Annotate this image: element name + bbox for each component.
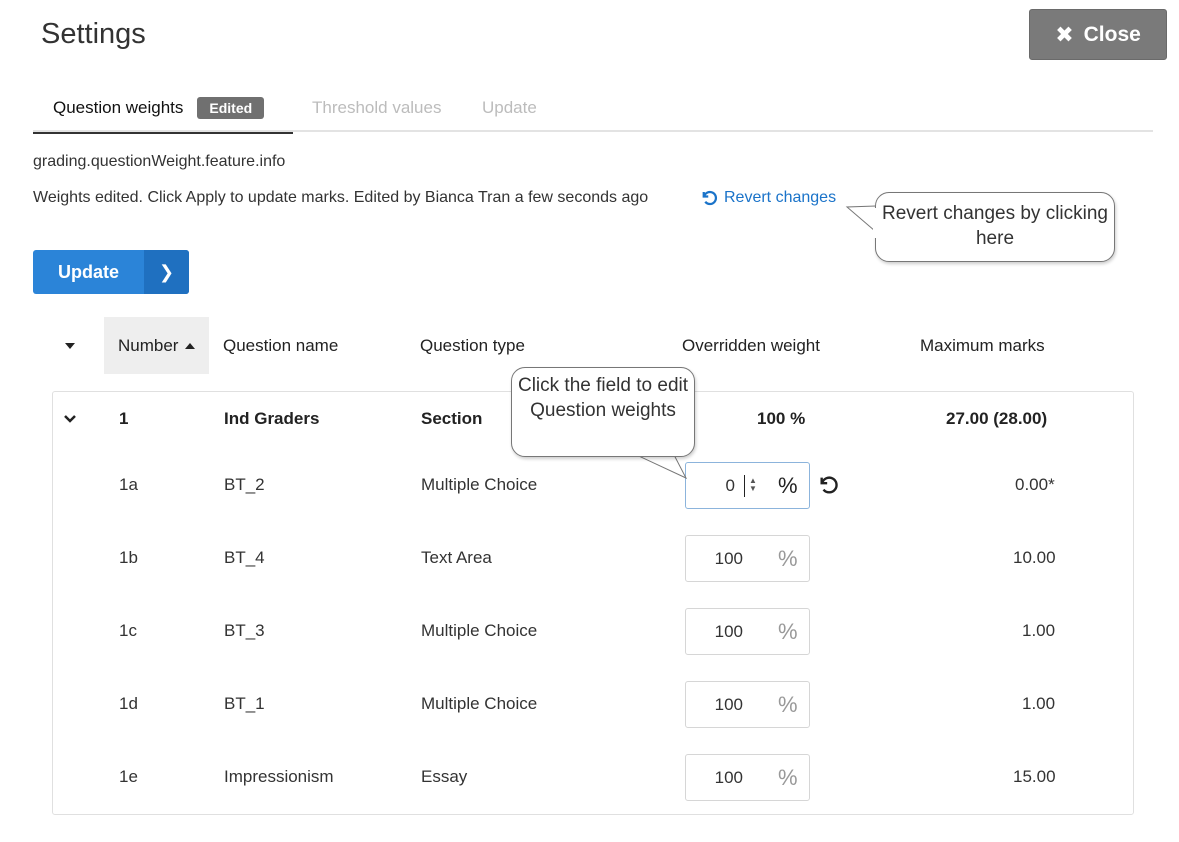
weight-input[interactable]: 100 % (685, 608, 810, 655)
close-label: Close (1083, 22, 1141, 46)
row-question-type: Text Area (421, 548, 492, 567)
edited-message: Weights edited. Click Apply to update ma… (33, 189, 649, 206)
weight-value: 100 (714, 695, 743, 714)
tab-update[interactable]: Update (482, 84, 537, 132)
row-question-type: Essay (421, 767, 468, 786)
caret-down-icon (65, 342, 75, 349)
percent-symbol: % (778, 473, 798, 498)
revert-icon (702, 190, 718, 206)
close-icon: ✖ (1055, 21, 1074, 47)
header-maximum-marks[interactable]: Maximum marks (920, 317, 1045, 374)
percent-symbol: % (778, 765, 798, 790)
row-question-name: BT_2 (224, 475, 265, 494)
row-question-type: Multiple Choice (421, 475, 538, 494)
row-question-name: BT_1 (224, 694, 265, 713)
header-overridden-weight[interactable]: Overridden weight (682, 317, 820, 374)
tooltip-revert-tail-cover (873, 208, 880, 238)
row-max-marks: 1.00 (1022, 694, 1056, 713)
sort-asc-icon (185, 342, 196, 349)
page-title: Settings (41, 18, 146, 50)
tab-label: Question weights (53, 98, 184, 117)
row-max-marks: 0.00* (1015, 475, 1055, 494)
weight-value: 100 (714, 549, 743, 568)
header-number-label: Number (118, 335, 179, 355)
tab-threshold-values[interactable]: Threshold values (312, 84, 441, 132)
weight-input[interactable]: 100 % (685, 535, 810, 582)
section-type: Section (421, 409, 483, 428)
spinner-icon[interactable]: ▲ ▼ (746, 477, 760, 495)
section-weight: 100 % (757, 409, 806, 428)
section-number: 1 (119, 409, 129, 428)
row-question-type: Multiple Choice (421, 694, 538, 713)
tooltip-weight-tail-cover (628, 448, 672, 456)
header-question-type[interactable]: Question type (420, 317, 525, 374)
section-max-marks: 27.00 (28.00) (946, 409, 1048, 428)
row-max-marks: 10.00 (1013, 548, 1056, 567)
undo-icon[interactable] (818, 474, 840, 496)
percent-symbol: % (778, 692, 798, 717)
row-question-name: BT_3 (224, 621, 265, 640)
weight-input[interactable]: 100 % (685, 754, 810, 801)
tooltip-revert: Revert changes by clicking here (875, 192, 1115, 262)
percent-symbol: % (778, 619, 798, 644)
row-max-marks: 1.00 (1022, 621, 1056, 640)
edited-badge: Edited (197, 97, 265, 119)
text-caret (744, 475, 745, 497)
revert-label: Revert changes (724, 189, 837, 206)
update-label: Update (57, 261, 119, 282)
percent-symbol: % (778, 546, 798, 571)
tab-question-weights[interactable]: Question weights Edited (33, 84, 293, 134)
collapse-all-toggle[interactable] (58, 317, 82, 374)
weight-value: 100 (714, 622, 743, 641)
weight-value: 0 (725, 476, 735, 495)
row-number: 1c (119, 621, 137, 640)
row-question-type: Multiple Choice (421, 621, 538, 640)
row-number: 1a (119, 475, 138, 494)
weight-input[interactable]: 0 ▲ ▼ % (685, 462, 810, 509)
revert-changes-link[interactable]: Revert changes (700, 189, 836, 207)
close-button[interactable]: ✖ Close (1029, 9, 1167, 60)
header-question-name[interactable]: Question name (223, 317, 338, 374)
chevron-right-icon: ❯ (144, 250, 189, 294)
tab-bar: Question weights Edited Threshold values… (33, 84, 1153, 134)
row-max-marks: 15.00 (1013, 767, 1056, 786)
update-button[interactable]: Update ❯ (33, 250, 189, 294)
tooltip-weight-field: Click the field to edit Question weights (511, 367, 695, 457)
row-number: 1b (119, 548, 138, 567)
section-name: Ind Graders (224, 409, 320, 428)
feature-info-text: grading.questionWeight.feature.info (33, 153, 286, 170)
row-number: 1d (119, 694, 138, 713)
weight-input[interactable]: 100 % (685, 681, 810, 728)
row-question-name: Impressionism (224, 767, 334, 786)
row-question-name: BT_4 (224, 548, 265, 567)
row-number: 1e (119, 767, 138, 786)
weight-value: 100 (714, 768, 743, 787)
chevron-down-icon[interactable] (63, 414, 77, 424)
header-number[interactable]: Number (104, 317, 209, 374)
